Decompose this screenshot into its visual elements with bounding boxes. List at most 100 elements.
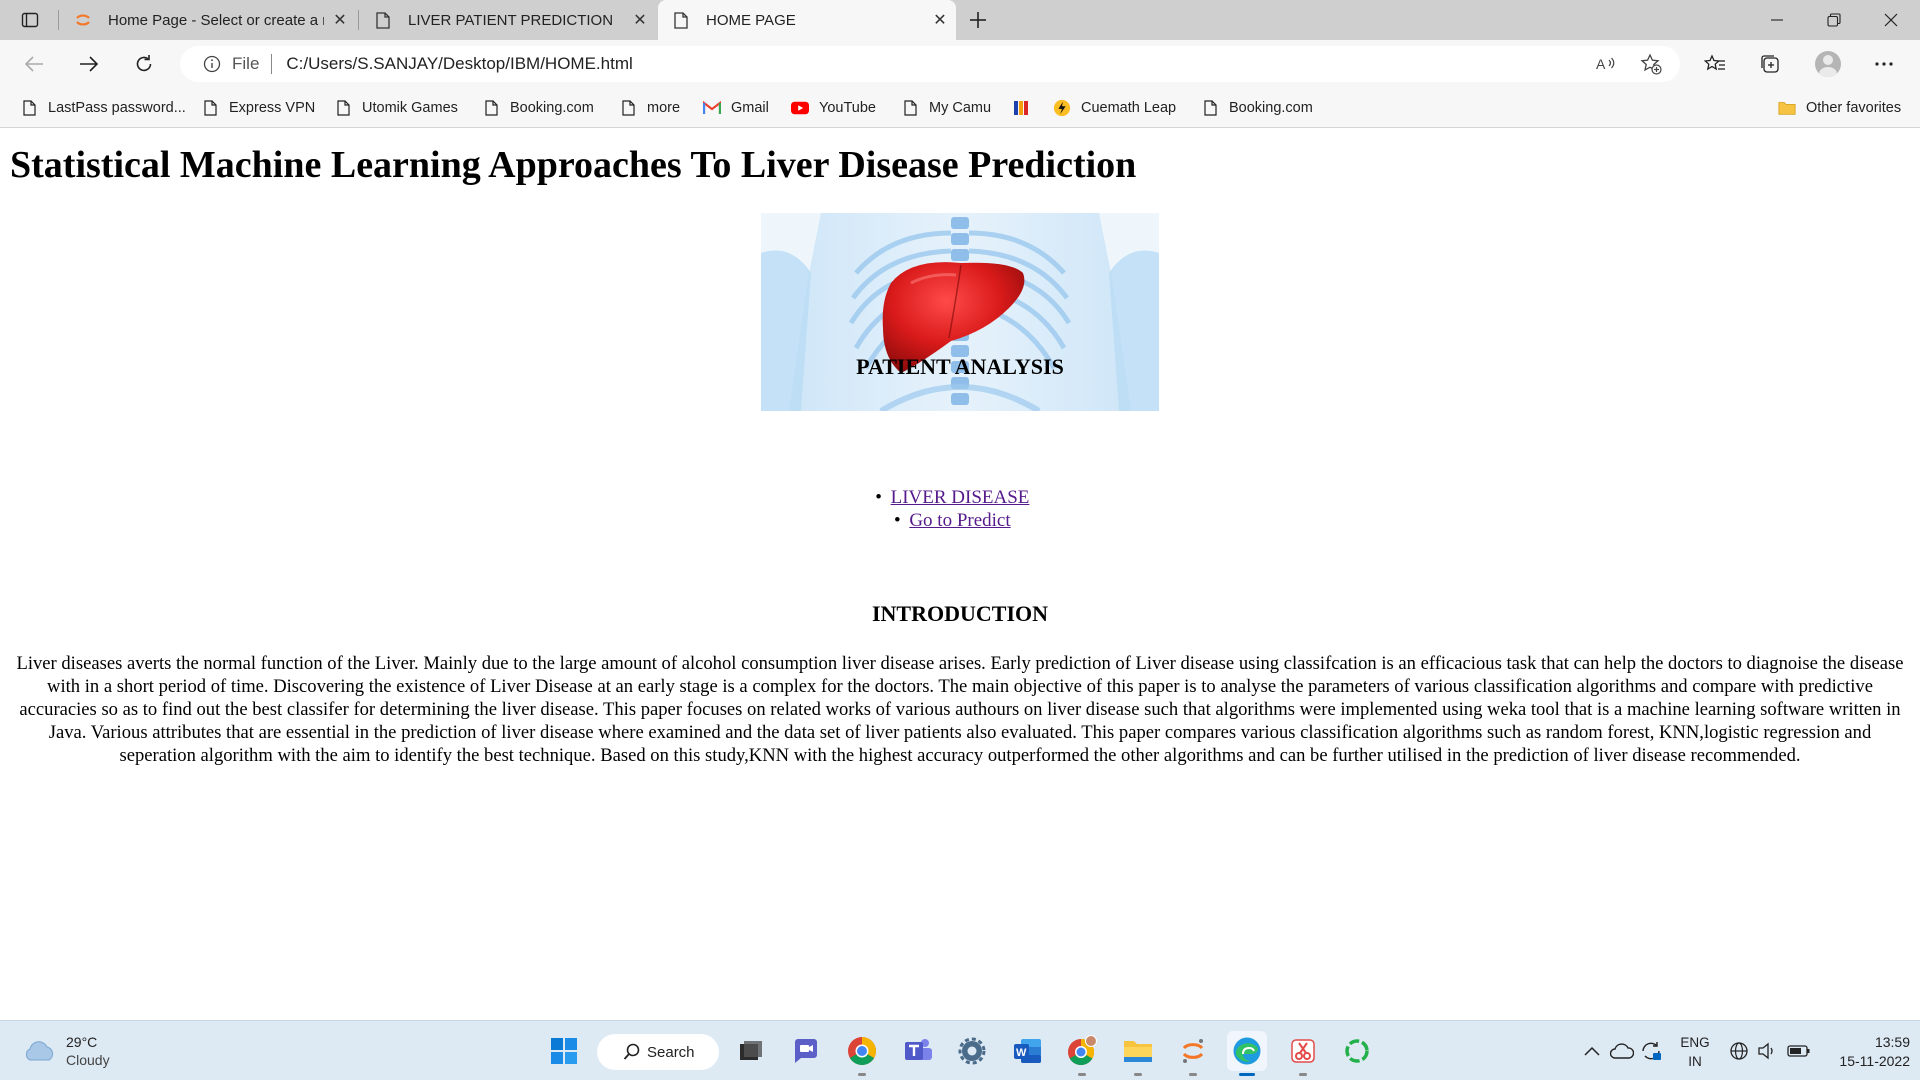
taskbar-edge[interactable] bbox=[1227, 1031, 1267, 1076]
taskbar-clock[interactable]: 13:59 15-11-2022 bbox=[1820, 1033, 1910, 1071]
tab-close-icon[interactable]: ✕ bbox=[924, 4, 956, 36]
favorite-gmail[interactable]: Gmail bbox=[703, 96, 769, 120]
chrome-icon bbox=[848, 1037, 876, 1065]
taskbar-app-ring[interactable] bbox=[1337, 1031, 1377, 1071]
close-icon bbox=[1884, 13, 1898, 27]
liver-disease-link[interactable]: LIVER DISEASE bbox=[891, 487, 1030, 508]
tab-liver-prediction[interactable]: LIVER PATIENT PREDICTION ✕ bbox=[360, 0, 656, 40]
gmail-icon bbox=[703, 99, 721, 117]
tab-actions-button[interactable] bbox=[12, 6, 48, 34]
chevron-up-icon bbox=[1584, 1046, 1600, 1056]
favorite-more[interactable]: more bbox=[619, 96, 680, 120]
favorite-label: more bbox=[647, 100, 681, 116]
tab-separator bbox=[358, 10, 359, 30]
favorite-express-vpn[interactable]: Express VPN bbox=[201, 96, 315, 120]
tab-close-icon[interactable]: ✕ bbox=[324, 4, 356, 36]
taskbar-teams[interactable] bbox=[898, 1031, 938, 1071]
taskbar-search[interactable]: Search bbox=[597, 1034, 719, 1070]
sync-tray-button[interactable] bbox=[1638, 1031, 1664, 1071]
favorite-cuemath-leap[interactable]: Cuemath Leap bbox=[1053, 96, 1176, 120]
running-indicator bbox=[1078, 1073, 1086, 1076]
youtube-icon bbox=[791, 99, 809, 117]
favorite-label: Express VPN bbox=[229, 100, 316, 116]
avatar bbox=[1815, 51, 1841, 77]
favorite-label: Booking.com bbox=[510, 100, 594, 116]
weather-widget[interactable]: 29°C Cloudy bbox=[22, 1031, 110, 1071]
battery-icon bbox=[1787, 1045, 1810, 1057]
taskbar-teams-chat[interactable] bbox=[786, 1031, 826, 1071]
favorite-lastpass[interactable]: LastPass password... bbox=[20, 96, 186, 120]
taskbar: 29°C Cloudy Search W ENG IN 13:59 15-11-… bbox=[0, 1020, 1920, 1080]
introduction-heading: INTRODUCTION bbox=[871, 601, 1049, 626]
taskbar-word[interactable]: W bbox=[1008, 1031, 1048, 1071]
taskbar-file-explorer[interactable] bbox=[1118, 1031, 1158, 1076]
word-icon: W bbox=[1014, 1039, 1041, 1063]
collections-button[interactable] bbox=[1752, 48, 1788, 80]
clock-time: 13:59 bbox=[1874, 1034, 1910, 1050]
navigation-toolbar: File C:/Users/S.SANJAY/Desktop/IBM/HOME.… bbox=[0, 40, 1920, 88]
running-indicator bbox=[1239, 1073, 1255, 1076]
favorite-label: Booking.com bbox=[1229, 100, 1313, 116]
taskbar-chrome[interactable] bbox=[842, 1031, 882, 1076]
weather-condition: Cloudy bbox=[66, 1052, 110, 1068]
favorite-my-camu[interactable]: My Camu bbox=[901, 96, 991, 120]
taskbar-task-view[interactable] bbox=[730, 1031, 770, 1071]
tab-jupyter-home[interactable]: Home Page - Select or create a n ✕ bbox=[60, 0, 356, 40]
tab-home-page[interactable]: HOME PAGE ✕ bbox=[658, 0, 956, 40]
running-indicator bbox=[1299, 1073, 1307, 1076]
teams-icon bbox=[905, 1039, 932, 1060]
add-favorite-button[interactable] bbox=[1636, 49, 1666, 79]
site-info-icon[interactable] bbox=[202, 54, 222, 74]
taskbar-jupyter[interactable] bbox=[1173, 1031, 1213, 1076]
favorite-utomik-games[interactable]: Utomik Games bbox=[334, 96, 458, 120]
favorite-booking-2[interactable]: Booking.com bbox=[1201, 96, 1313, 120]
url-divider bbox=[271, 54, 273, 74]
favorites-button[interactable] bbox=[1697, 48, 1733, 80]
volume-tray-button[interactable] bbox=[1755, 1031, 1779, 1071]
folder-icon bbox=[1124, 1041, 1152, 1062]
favorite-youtube[interactable]: YouTube bbox=[791, 96, 876, 120]
network-tray-button[interactable] bbox=[1727, 1031, 1751, 1071]
loading-ring-icon bbox=[1345, 1039, 1369, 1063]
url-text[interactable]: C:/Users/S.SANJAY/Desktop/IBM/HOME.html bbox=[286, 54, 632, 74]
minimize-button[interactable] bbox=[1748, 0, 1806, 40]
other-favorites-folder[interactable]: Other favorites bbox=[1778, 96, 1901, 120]
language-indicator[interactable]: ENG IN bbox=[1677, 1033, 1713, 1071]
favorite-label: Gmail bbox=[731, 100, 769, 116]
region-code: IN bbox=[1688, 1054, 1702, 1069]
show-hidden-icons-button[interactable] bbox=[1580, 1031, 1604, 1071]
onedrive-tray-button[interactable] bbox=[1609, 1031, 1635, 1071]
plus-icon bbox=[970, 12, 986, 28]
close-window-button[interactable] bbox=[1862, 0, 1920, 40]
go-to-predict-link[interactable]: Go to Predict bbox=[909, 510, 1010, 531]
liver-anatomy-image bbox=[761, 213, 1159, 411]
restore-button[interactable] bbox=[1805, 0, 1863, 40]
page-icon bbox=[334, 99, 352, 117]
windows-logo-icon bbox=[551, 1038, 577, 1064]
tab-close-icon[interactable]: ✕ bbox=[624, 4, 656, 36]
taskbar-settings[interactable] bbox=[952, 1031, 992, 1071]
forward-button[interactable] bbox=[71, 48, 107, 80]
start-button[interactable] bbox=[544, 1031, 584, 1071]
read-aloud-button[interactable]: A bbox=[1591, 49, 1621, 79]
page-icon bbox=[1201, 99, 1219, 117]
back-button[interactable] bbox=[16, 48, 52, 80]
clock-date: 15-11-2022 bbox=[1839, 1053, 1910, 1069]
favorite-flag[interactable] bbox=[1013, 96, 1041, 120]
favorite-booking[interactable]: Booking.com bbox=[482, 96, 594, 120]
taskbar-chrome-profile[interactable] bbox=[1062, 1031, 1102, 1076]
new-tab-button[interactable] bbox=[962, 4, 994, 36]
address-bar[interactable]: File C:/Users/S.SANJAY/Desktop/IBM/HOME.… bbox=[180, 46, 1680, 82]
patient-analysis-heading: PATIENT ANALYSIS bbox=[856, 354, 1064, 379]
profile-button[interactable] bbox=[1810, 48, 1846, 80]
refresh-button[interactable] bbox=[126, 48, 162, 80]
favorite-label: Utomik Games bbox=[362, 100, 458, 116]
battery-tray-button[interactable] bbox=[1786, 1031, 1812, 1071]
taskbar-snipping-tool[interactable] bbox=[1283, 1031, 1323, 1076]
running-indicator bbox=[1189, 1073, 1197, 1076]
edge-icon bbox=[1233, 1037, 1261, 1065]
settings-menu-button[interactable] bbox=[1866, 48, 1902, 80]
tab-separator bbox=[58, 10, 59, 30]
cloud-icon bbox=[1610, 1043, 1634, 1059]
weather-temp: 29°C bbox=[66, 1034, 98, 1050]
